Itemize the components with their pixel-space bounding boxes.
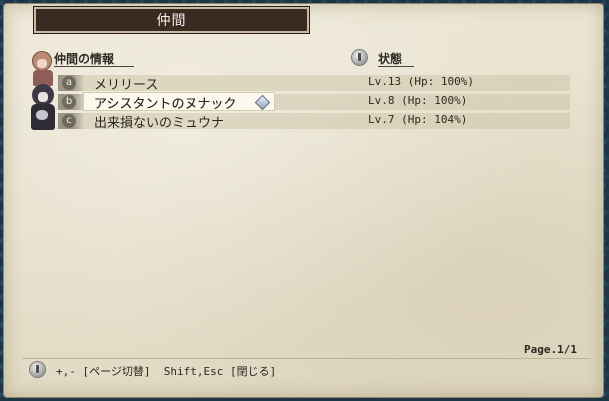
member-name: メリリース — [94, 78, 159, 93]
header-info: 仲間の情報 — [54, 50, 134, 67]
window-title-text: 仲間 — [156, 13, 187, 29]
member-status: Lv.13 (Hp: 100%) — [368, 75, 474, 88]
info-icon — [352, 50, 367, 65]
slot-letter: a — [62, 76, 76, 90]
selected-member-name[interactable]: アシスタントのヌナック — [94, 93, 236, 112]
footer-divider — [22, 358, 590, 359]
page-indicator: Page.1/1 — [524, 343, 577, 356]
help-text: +,- [ページ切替] Shift,Esc [閉じる] — [56, 365, 277, 378]
member-row-a[interactable]: a メリリース Lv.13 (Hp: 100%) — [58, 75, 570, 93]
portrait-face — [36, 110, 48, 120]
portrait-face — [38, 92, 48, 102]
member-status: Lv.7 (Hp: 104%) — [368, 113, 468, 126]
member-status: Lv.8 (Hp: 100%) — [368, 94, 468, 107]
slot-badge: b — [58, 94, 84, 110]
window-title: 仲間 — [33, 6, 310, 34]
header-underline — [378, 66, 414, 67]
slot-letter: b — [62, 95, 76, 109]
header-status-label: 状態 — [378, 52, 403, 66]
slot-badge: a — [58, 75, 84, 91]
header-status: 状態 — [378, 50, 414, 67]
slot-letter: c — [62, 114, 76, 128]
header-info-label: 仲間の情報 — [54, 52, 115, 66]
portrait-face — [37, 59, 47, 68]
member-row-c[interactable]: c 出来損ないのミュウナ Lv.7 (Hp: 104%) — [58, 113, 570, 131]
info-icon — [30, 362, 45, 377]
header-underline — [54, 66, 134, 67]
slot-badge: c — [58, 113, 84, 129]
member-name: 出来損ないのミュウナ — [94, 116, 225, 131]
